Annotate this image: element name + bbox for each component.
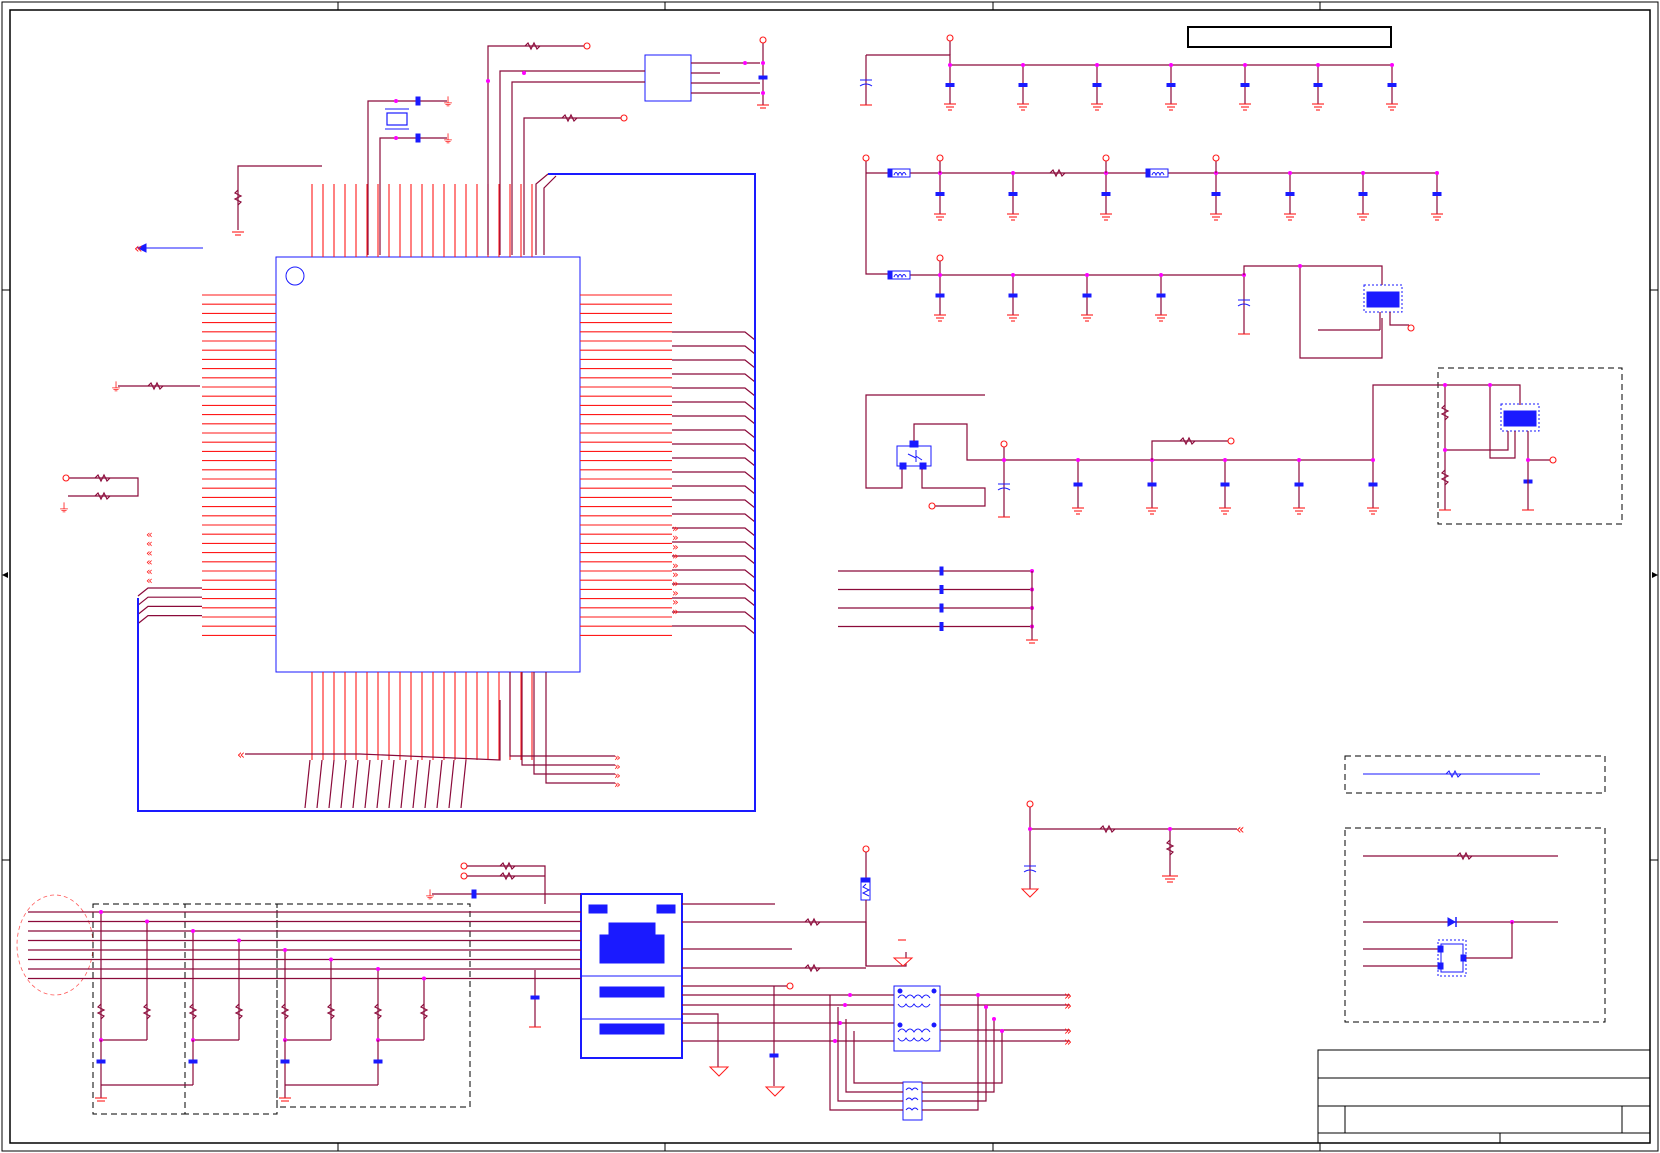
- svg-text:⏚: ⏚: [424, 888, 436, 902]
- svg-text:»: »: [1064, 1035, 1072, 1050]
- diode[interactable]: [1363, 917, 1558, 927]
- series-cap-group: [838, 566, 1038, 644]
- title-block: [1317, 1049, 1651, 1144]
- svg-text:«: «: [146, 574, 153, 587]
- svg-text:«: «: [1236, 822, 1245, 838]
- common-mode-choke[interactable]: [902, 1081, 923, 1121]
- ethernet-transformer[interactable]: [893, 985, 941, 1052]
- rj45-signal-lines: [682, 903, 914, 1097]
- rj45-connector[interactable]: [580, 893, 683, 1059]
- termination-box-3: [276, 903, 471, 1108]
- ferrite-bead[interactable]: [887, 168, 1169, 280]
- highlight-ellipse: [16, 894, 94, 996]
- voltage-regulator-2[interactable]: [1372, 383, 1557, 511]
- rc-network: «: [1020, 800, 1245, 898]
- left-pull-resistors: ⏚ ⏚: [58, 380, 200, 515]
- termination-box-1: [92, 903, 186, 1115]
- label-box: [1187, 26, 1392, 48]
- reset-resistor: [232, 165, 322, 236]
- voltage-regulator-1[interactable]: [1243, 264, 1415, 359]
- regulator-2-box: [1437, 367, 1623, 525]
- option-resistor-2: [1363, 851, 1558, 861]
- main-ic[interactable]: [275, 256, 581, 673]
- option-resistor-1: [1363, 769, 1540, 779]
- option-box-2: [1344, 827, 1606, 1023]
- led-resistors: ⏚: [424, 861, 581, 1028]
- esd-protection[interactable]: [1363, 922, 1513, 977]
- eeprom-ic[interactable]: [486, 36, 769, 255]
- transistor[interactable]: [865, 394, 1372, 510]
- decoupling-cap-row-3: [910, 254, 1251, 335]
- arrow-left-icon: «: [134, 241, 143, 257]
- schematic-sheet: »»»»»»»»»»«««««««»»»» « ⏚ ⏚ ⏚ ⏚ « »»»» ⏚: [1, 1, 1659, 1152]
- svg-text:⏚: ⏚: [442, 132, 454, 146]
- svg-text:⏚: ⏚: [58, 501, 70, 515]
- svg-text:»: »: [614, 778, 621, 791]
- svg-text:»: »: [672, 605, 679, 618]
- transformer-lines: »»»»: [829, 989, 1072, 1111]
- svg-text:⏚: ⏚: [110, 380, 122, 394]
- svg-text:»: »: [1064, 999, 1072, 1014]
- svg-text:«: «: [237, 748, 245, 763]
- termination-box-2: [184, 903, 278, 1115]
- svg-text:⏚: ⏚: [442, 95, 454, 109]
- decoupling-cap-row-5: [997, 436, 1379, 518]
- termination-network: [28, 910, 581, 1102]
